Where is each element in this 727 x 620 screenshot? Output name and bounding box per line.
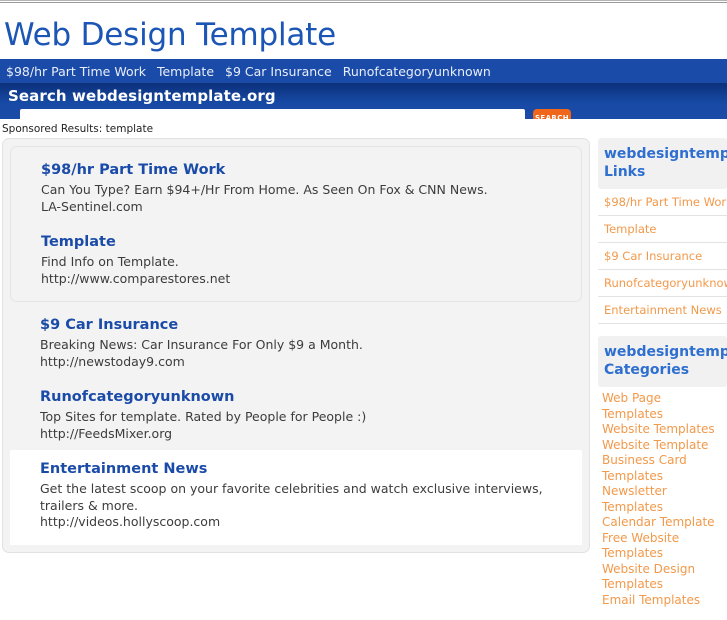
results-shell: $98/hr Part Time Work Can You Type? Earn… [2, 138, 590, 553]
sidebar-categories-list: Web Page Templates Website Templates Web… [598, 387, 727, 608]
ad-result[interactable]: $98/hr Part Time Work Can You Type? Earn… [41, 161, 565, 215]
ad-result[interactable]: Template Find Info on Template. http://w… [41, 233, 565, 287]
search-input[interactable] [20, 109, 525, 119]
sidebar-links-box: webdesigntemplat Links $98/hr Part Time … [598, 138, 727, 324]
category-link-website-template[interactable]: Website Template [598, 438, 727, 454]
ad-url: http://FeedsMixer.org [40, 425, 173, 441]
list-item[interactable]: Newsletter Templates [598, 484, 727, 515]
ad-title-link[interactable]: $98/hr Part Time Work [41, 161, 565, 180]
page-title: Web Design Template [4, 17, 336, 53]
results-group-2: $9 Car Insurance Breaking News: Car Insu… [10, 302, 582, 450]
sponsored-results-label: Sponsored Results: template [2, 123, 154, 135]
list-item[interactable]: $9 Car Insurance [598, 243, 727, 270]
ad-url: http://newstoday9.com [40, 353, 185, 369]
sidebar-links-heading: webdesigntemplat Links [598, 138, 727, 189]
sidebar-link-car-insurance[interactable]: $9 Car Insurance [598, 243, 727, 269]
ad-result[interactable]: Runofcategoryunknown Top Sites for templ… [40, 388, 566, 442]
sidebar-links-heading-line1: webdesigntemplat [604, 146, 727, 162]
nav-link-car-insurance[interactable]: $9 Car Insurance [225, 64, 332, 79]
list-item[interactable]: Calendar Template [598, 515, 727, 531]
sidebar-link-runofcategoryunknown[interactable]: Runofcategoryunknown [598, 270, 727, 296]
ad-title-link[interactable]: Runofcategoryunknown [40, 388, 566, 407]
list-item[interactable]: Website Design Templates [598, 562, 727, 593]
list-item[interactable]: Entertainment News [598, 297, 727, 324]
sidebar-link-template[interactable]: Template [598, 216, 727, 242]
main-results-column: $98/hr Part Time Work Can You Type? Earn… [2, 138, 590, 553]
search-bar-region: Search webdesigntemplate.org SEARCH [0, 83, 727, 119]
category-link-website-design-templates[interactable]: Website Design Templates [598, 562, 727, 593]
ad-url: LA-Sentinel.com [41, 198, 143, 214]
list-item[interactable]: Template [598, 216, 727, 243]
list-item[interactable]: Free Website Templates [598, 531, 727, 562]
nav-link-template[interactable]: Template [157, 64, 214, 79]
sidebar-categories-heading-line2: Categories [604, 362, 690, 378]
ad-url: http://videos.hollyscoop.com [40, 514, 221, 529]
category-link-newsletter-templates[interactable]: Newsletter Templates [598, 484, 727, 515]
results-group-3: Entertainment News Get the latest scoop … [10, 450, 582, 545]
ad-title-link[interactable]: Template [41, 233, 565, 252]
sidebar-links-list: $98/hr Part Time Work Template $9 Car In… [598, 189, 727, 324]
sidebar-link-entertainment-news[interactable]: Entertainment News [598, 297, 727, 323]
ad-title-link[interactable]: Entertainment News [40, 460, 566, 479]
page-body: $98/hr Part Time Work Can You Type? Earn… [0, 138, 727, 620]
nav-link-runofcategoryunknown[interactable]: Runofcategoryunknown [343, 64, 491, 79]
ad-description: Get the latest scoop on your favorite ce… [40, 481, 543, 513]
list-item[interactable]: Web Page Templates [598, 391, 727, 422]
category-link-business-card-templates[interactable]: Business Card Templates [598, 453, 727, 484]
list-item[interactable]: Website Templates [598, 422, 727, 438]
list-item[interactable]: Website Template [598, 438, 727, 454]
ad-description: Breaking News: Car Insurance For Only $9… [40, 337, 363, 352]
category-link-email-templates[interactable]: Email Templates [598, 593, 727, 609]
results-group-1: $98/hr Part Time Work Can You Type? Earn… [10, 146, 582, 302]
ad-title-link[interactable]: $9 Car Insurance [40, 316, 566, 335]
sidebar-link-part-time-work[interactable]: $98/hr Part Time Work [598, 189, 727, 215]
nav-link-part-time-work[interactable]: $98/hr Part Time Work [6, 64, 146, 79]
list-item[interactable]: Business Card Templates [598, 453, 727, 484]
search-bar-label: Search webdesigntemplate.org [8, 87, 276, 105]
category-link-website-templates[interactable]: Website Templates [598, 422, 727, 438]
sidebar: webdesigntemplat Links $98/hr Part Time … [598, 138, 727, 620]
sidebar-links-heading-line2: Links [604, 164, 646, 180]
category-link-free-website-templates[interactable]: Free Website Templates [598, 531, 727, 562]
category-link-web-page-templates[interactable]: Web Page Templates [598, 391, 727, 422]
list-item[interactable]: $98/hr Part Time Work [598, 189, 727, 216]
sidebar-categories-box: webdesigntemplat Categories Web Page Tem… [598, 336, 727, 608]
category-link-calendar-template[interactable]: Calendar Template [598, 515, 727, 531]
ad-description: Can You Type? Earn $94+/Hr From Home. As… [41, 182, 488, 197]
ad-url: http://www.comparestores.net [41, 270, 231, 286]
top-nav-bar: $98/hr Part Time Work Template $9 Car In… [0, 59, 727, 83]
list-item[interactable]: Runofcategoryunknown [598, 270, 727, 297]
sidebar-categories-heading-line1: webdesigntemplat [604, 344, 727, 360]
search-button[interactable]: SEARCH [533, 109, 571, 119]
list-item[interactable]: Email Templates [598, 593, 727, 609]
ad-description: Top Sites for template. Rated by People … [40, 409, 367, 424]
sidebar-categories-heading: webdesigntemplat Categories [598, 336, 727, 387]
ad-result[interactable]: Entertainment News Get the latest scoop … [40, 460, 566, 531]
ad-result[interactable]: $9 Car Insurance Breaking News: Car Insu… [40, 316, 566, 370]
ad-description: Find Info on Template. [41, 254, 179, 269]
